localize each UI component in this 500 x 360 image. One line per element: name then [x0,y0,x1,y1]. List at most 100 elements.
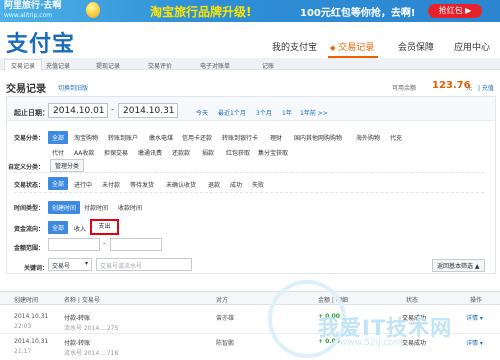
ad-logo-url: www.alitrip.com [4,12,53,19]
col-name-txid: 名称 | 交易号 [64,297,100,304]
balloon-icon [86,2,100,18]
status-all[interactable]: 全部 [48,177,69,190]
category-label: 交易分类： [14,135,45,142]
category-proxy-recharge[interactable]: 代充 [390,133,402,142]
subtab-reviews[interactable]: 交易评价 [148,61,172,70]
watermark-url: www.52ij.com [340,338,403,348]
switch-old-version-link[interactable]: 切换到旧版 [58,83,88,92]
time-type-received[interactable]: 收款时间 [118,203,142,212]
row-counterparty: 曾亦雄 [216,315,235,322]
category-pay-for-others[interactable]: 代付 [52,148,64,157]
nav-transactions-label: 交易记录 [338,43,375,53]
start-date-input[interactable]: 2014.10.01 [48,103,108,118]
row-name: 付款-转账 [64,315,91,322]
min-amount-input[interactable] [48,238,100,251]
amount-range-label: 金额范围： [14,245,45,252]
row-date: 2014.10.31 [14,313,49,320]
category-escrow[interactable]: 担保交易 [104,148,128,157]
ad-logo: 阿里旅行·去啊 www.alitrip.com [4,1,61,21]
flow-all[interactable]: 全部 [48,221,69,234]
category-taobao[interactable]: 淘宝购物 [74,133,98,142]
col-status: 状态 [406,297,419,304]
category-overseas-shopping[interactable]: 海外购物 [356,133,380,142]
category-repayment[interactable]: 还款款 [172,148,190,157]
category-domestic-shopping[interactable]: 国内其他网购购物 [294,133,342,142]
nav-transactions[interactable]: ◆ 交易记录 [330,40,374,53]
custom-category-label: 自定义分类： [8,164,45,171]
subtab-statement[interactable]: 电子对账单 [200,61,230,70]
grab-red-packet-button[interactable]: 抢红包 ▶ [428,4,482,18]
row-date: 2014.10.31 [14,338,49,345]
ad-logo-main: 阿里旅行·去啊 [4,1,62,11]
range-1-month[interactable]: 最近1个月 [218,108,246,117]
nav-my-alipay[interactable]: 我的支付宝 [272,40,317,53]
status-in-progress[interactable]: 进行中 [74,180,92,189]
status-refund[interactable]: 退款 [208,180,220,189]
category-donation[interactable]: 捐款 [202,148,214,157]
status-success[interactable]: 成功 [230,180,242,189]
row-counterparty: 陈智鹏 [216,340,235,347]
flow-income[interactable]: 收入 [74,224,86,233]
nav-member-protection[interactable]: 会员保障 [398,40,434,53]
keyword-input[interactable]: 交易号或流水号 [96,258,192,271]
row-detail-link[interactable]: 详情 ▾ [466,313,483,322]
ad-banner[interactable]: 阿里旅行·去啊 www.alitrip.com 淘宝旅行品牌升级! 100元红包… [0,0,500,22]
row-detail-link[interactable]: 详情 ▾ [466,338,483,347]
range-1-year[interactable]: 1年 [282,108,292,117]
divider [14,172,484,173]
recharge-link[interactable]: | 充值 [478,83,494,92]
status-unconfirmed[interactable]: 未确认收货 [166,180,196,189]
balance-unit: 元 [466,85,473,92]
row-txid: 流水号 2014....718 [64,350,119,357]
subtab-recharge[interactable]: 充值记录 [46,61,70,70]
category-aa-collect[interactable]: AA收款 [74,148,94,157]
category-transfer-account[interactable]: 转账到账户 [108,133,138,142]
category-utilities[interactable]: 缴水电煤 [149,133,173,142]
col-counterparty: 对方 [216,297,229,304]
keyword-label: 关键词： [24,265,49,272]
status-failed[interactable]: 失败 [252,180,264,189]
category-red-packet[interactable]: 红包获取 [226,148,250,157]
keyword-type-select[interactable]: 交易号 ▾ [48,258,92,271]
fund-flow-label: 资金流向： [14,226,45,233]
diamond-icon: ◆ [330,44,336,52]
row-time: 22:03 [14,323,32,330]
status-awaiting-shipment[interactable]: 等待发货 [130,180,154,189]
subtab-transactions[interactable]: 交易记录 [4,59,43,71]
chevron-down-icon: ▾ [84,260,88,267]
flow-expense[interactable]: 支出 [90,219,119,235]
subtab-withdraw[interactable]: 提现记录 [96,61,120,70]
manage-categories-button[interactable]: 管理分类 [50,159,85,172]
time-type-created[interactable]: 创建时间 [48,201,81,214]
alipay-logo[interactable]: 支付宝 [6,26,75,58]
keyword-placeholder: 交易号或流水号 [100,263,143,270]
range-before-1-year[interactable]: 1年前 >> [300,108,328,117]
category-credit-card[interactable]: 信用卡还款 [182,133,212,142]
range-3-months[interactable]: 3个月 [256,108,272,117]
nav-app-center[interactable]: 应用中心 [454,40,490,53]
max-amount-input[interactable] [110,238,162,251]
back-to-basic-filter-button[interactable]: 返回基本筛选 ▲ [432,259,485,272]
range-today[interactable]: 今天 [196,108,208,117]
date-label: 起止日期： [14,109,49,117]
category-all[interactable]: 全部 [48,131,69,144]
col-actions: 操作 [470,297,483,304]
time-type-label: 时间类型： [14,205,45,212]
category-finance[interactable]: 理财 [270,133,282,142]
sub-tab-bar [0,58,500,70]
date-separator: - [111,105,114,114]
ad-headline: 淘宝旅行品牌升级! [150,5,252,19]
row-txid: 流水号 2014....275 [64,325,119,332]
end-date-input[interactable]: 2014.10.31 [118,103,178,118]
category-transfer-bank[interactable]: 转账到银行卡 [222,133,258,142]
category-points[interactable]: 集分宝获取 [258,148,288,157]
status-unpaid[interactable]: 未付款 [102,180,120,189]
category-telecom[interactable]: 缴通讯费 [138,148,162,157]
time-type-paid[interactable]: 付款时间 [84,203,108,212]
amount-separator: - [103,240,106,248]
row-name: 付款-转账 [64,340,91,347]
subtab-bookkeeping[interactable]: 记账 [262,61,274,70]
balance-value: 123.76 [432,80,471,91]
keyword-type-value: 交易号 [52,263,71,270]
page-title: 交易记录 [6,84,46,95]
